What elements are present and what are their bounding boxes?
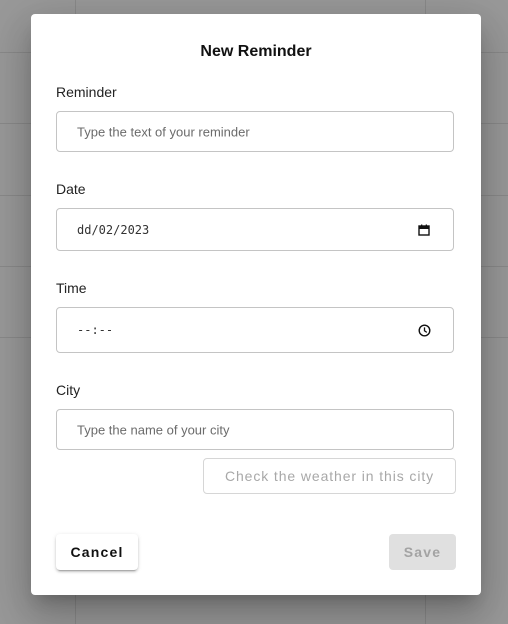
- reminder-input[interactable]: Type the text of your reminder: [56, 111, 454, 152]
- save-button[interactable]: Save: [389, 534, 456, 570]
- time-input[interactable]: --:--: [56, 307, 454, 353]
- dialog-title: New Reminder: [200, 43, 312, 60]
- date-input[interactable]: dd/02/2023: [56, 208, 454, 251]
- clock-icon[interactable]: [417, 323, 431, 337]
- date-value: dd/02/2023: [77, 222, 150, 237]
- city-input[interactable]: Type the name of your city: [56, 409, 454, 450]
- cancel-button[interactable]: Cancel: [56, 534, 138, 570]
- reminder-placeholder: Type the text of your reminder: [77, 124, 250, 139]
- reminder-label: Reminder: [56, 84, 117, 100]
- new-reminder-dialog: New Reminder Reminder Type the text of y…: [31, 14, 481, 595]
- calendar-icon[interactable]: [417, 223, 431, 237]
- time-label: Time: [56, 280, 87, 296]
- city-placeholder: Type the name of your city: [77, 422, 230, 437]
- date-label: Date: [56, 181, 86, 197]
- city-label: City: [56, 382, 81, 398]
- time-value: --:--: [77, 323, 114, 337]
- check-weather-button[interactable]: Check the weather in this city: [203, 458, 456, 494]
